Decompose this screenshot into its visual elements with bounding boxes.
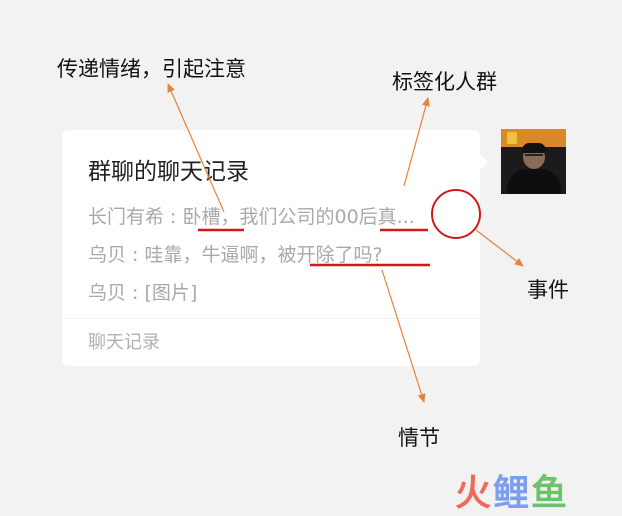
- avatar-glasses: [525, 154, 543, 160]
- card-footer-label: 聊天记录: [88, 332, 160, 353]
- card-title: 群聊的聊天记录: [88, 159, 249, 185]
- sender-avatar[interactable]: [501, 129, 566, 194]
- watermark-part: 鱼: [531, 473, 570, 514]
- annotation-event: 事件: [527, 278, 569, 302]
- message-line: 乌贝 : [图片]: [88, 282, 198, 304]
- arrow-event: [475, 229, 524, 267]
- annotation-label-group: 标签化人群: [392, 70, 497, 94]
- chat-record-card[interactable]: 群聊的聊天记录 长门有希 : 卧槽，我们公司的00后真... 乌贝 : 哇靠，牛…: [62, 130, 488, 366]
- card-divider: [62, 318, 480, 319]
- watermark-logo: 火鲤鱼: [455, 464, 569, 516]
- annotation-emotion: 传递情绪，引起注意: [57, 57, 246, 81]
- avatar-badge: [507, 132, 517, 144]
- avatar-hair: [522, 143, 546, 153]
- message-line: 乌贝 : 哇靠，牛逼啊，被开除了吗?: [88, 244, 383, 266]
- annotation-plot: 情节: [398, 426, 440, 450]
- avatar-body: [507, 169, 561, 194]
- watermark-part: 火: [455, 473, 494, 514]
- message-line: 长门有希 : 卧槽，我们公司的00后真...: [88, 206, 415, 228]
- watermark-part: 鲤: [493, 473, 532, 514]
